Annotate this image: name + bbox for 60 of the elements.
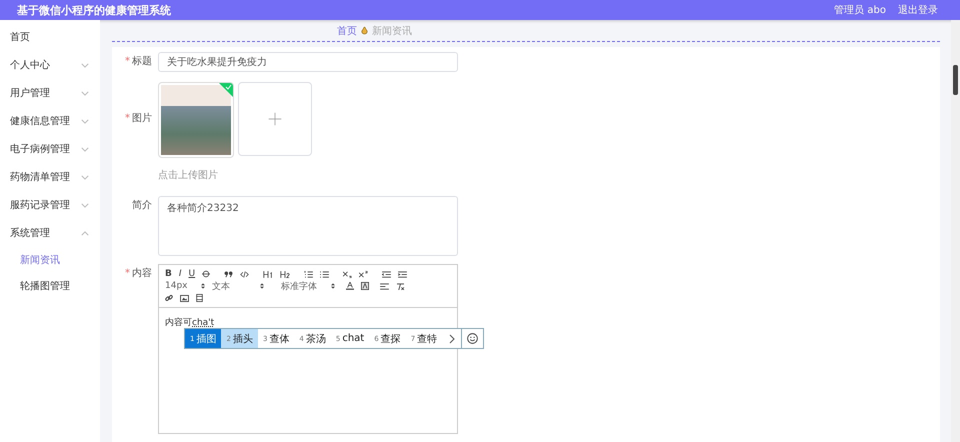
video-icon[interactable] [196,294,203,302]
chevron-icon [81,62,89,68]
chevron-icon [81,90,89,96]
upload-hint: 点击上传图片 [158,170,219,182]
sidebar-item[interactable]: 用户管理 [0,79,100,107]
field-label: * 内容 [124,266,153,281]
chevron-icon [81,174,89,180]
sidebar-item[interactable]: 服药记录管理 [0,191,100,219]
image-icon[interactable] [180,294,189,302]
scrollbar[interactable] [951,20,960,442]
toolbar-select[interactable]: 14px [165,281,205,291]
heading-two-icon[interactable] [280,270,290,278]
heading-one-icon[interactable] [263,270,274,278]
sidebar-item[interactable]: 健康信息管理 [0,107,100,135]
user-name: 管理员 abo [834,4,886,17]
chevron-icon [81,146,89,152]
toolbar-select[interactable]: 文本 [212,280,264,292]
italic-button[interactable]: I [178,269,182,279]
ordered-list-icon[interactable] [304,270,314,278]
updown-icon [260,283,264,289]
chevron-icon [81,202,89,208]
sidebar-item[interactable]: 药物清单管理 [0,163,100,191]
align-icon[interactable] [380,282,389,290]
next-page-icon[interactable] [449,334,455,344]
quote-icon[interactable] [224,270,234,278]
code-icon[interactable] [240,270,250,278]
strikethrough-icon[interactable] [202,270,210,278]
app-title: 基于微信小程序的健康管理系统 [17,2,171,18]
updown-icon [201,283,205,289]
sidebar-item[interactable]: 个人中心 [0,51,100,79]
logout-link[interactable]: 退出登录 [898,3,938,17]
field-label: * 图片 [124,112,153,126]
indent-icon[interactable] [398,270,408,278]
sidebar-item[interactable]: 电子病例管理 [0,135,100,163]
field-label: * 标题 [124,54,153,69]
bullet-list-icon[interactable] [320,270,330,278]
updown-icon [331,283,335,289]
sidebar-subitem[interactable]: 新闻资讯 [0,247,100,273]
bold-button[interactable]: B [165,269,172,279]
chevron-icon [81,230,89,236]
clear-format-icon[interactable] [396,282,405,290]
subscript-icon[interactable] [343,270,352,278]
link-icon[interactable] [165,294,173,302]
chevron-icon [81,118,89,124]
plus-icon [268,112,282,126]
sidebar-item[interactable]: 系统管理 [0,219,100,247]
field-label: 简介 [131,199,153,213]
sidebar-item[interactable]: 首页 [0,23,100,51]
superscript-icon[interactable] [359,270,368,278]
editor-text: 内容可cha't [165,316,216,329]
background-color-icon[interactable] [361,282,369,290]
underline-button[interactable]: U [188,269,196,279]
font-color-icon[interactable] [346,282,354,290]
title-input[interactable]: 关于吃水果提升免疫力 [158,52,458,72]
pear-icon [361,26,368,35]
outdent-icon[interactable] [382,270,392,278]
summary-textarea[interactable]: 各种简介23232 [158,196,458,256]
breadcrumb-link[interactable]: 首页 [337,24,357,38]
sidebar-subitem[interactable]: 轮播图管理 [0,273,100,299]
toolbar-select[interactable]: 标准字体 [281,280,335,292]
